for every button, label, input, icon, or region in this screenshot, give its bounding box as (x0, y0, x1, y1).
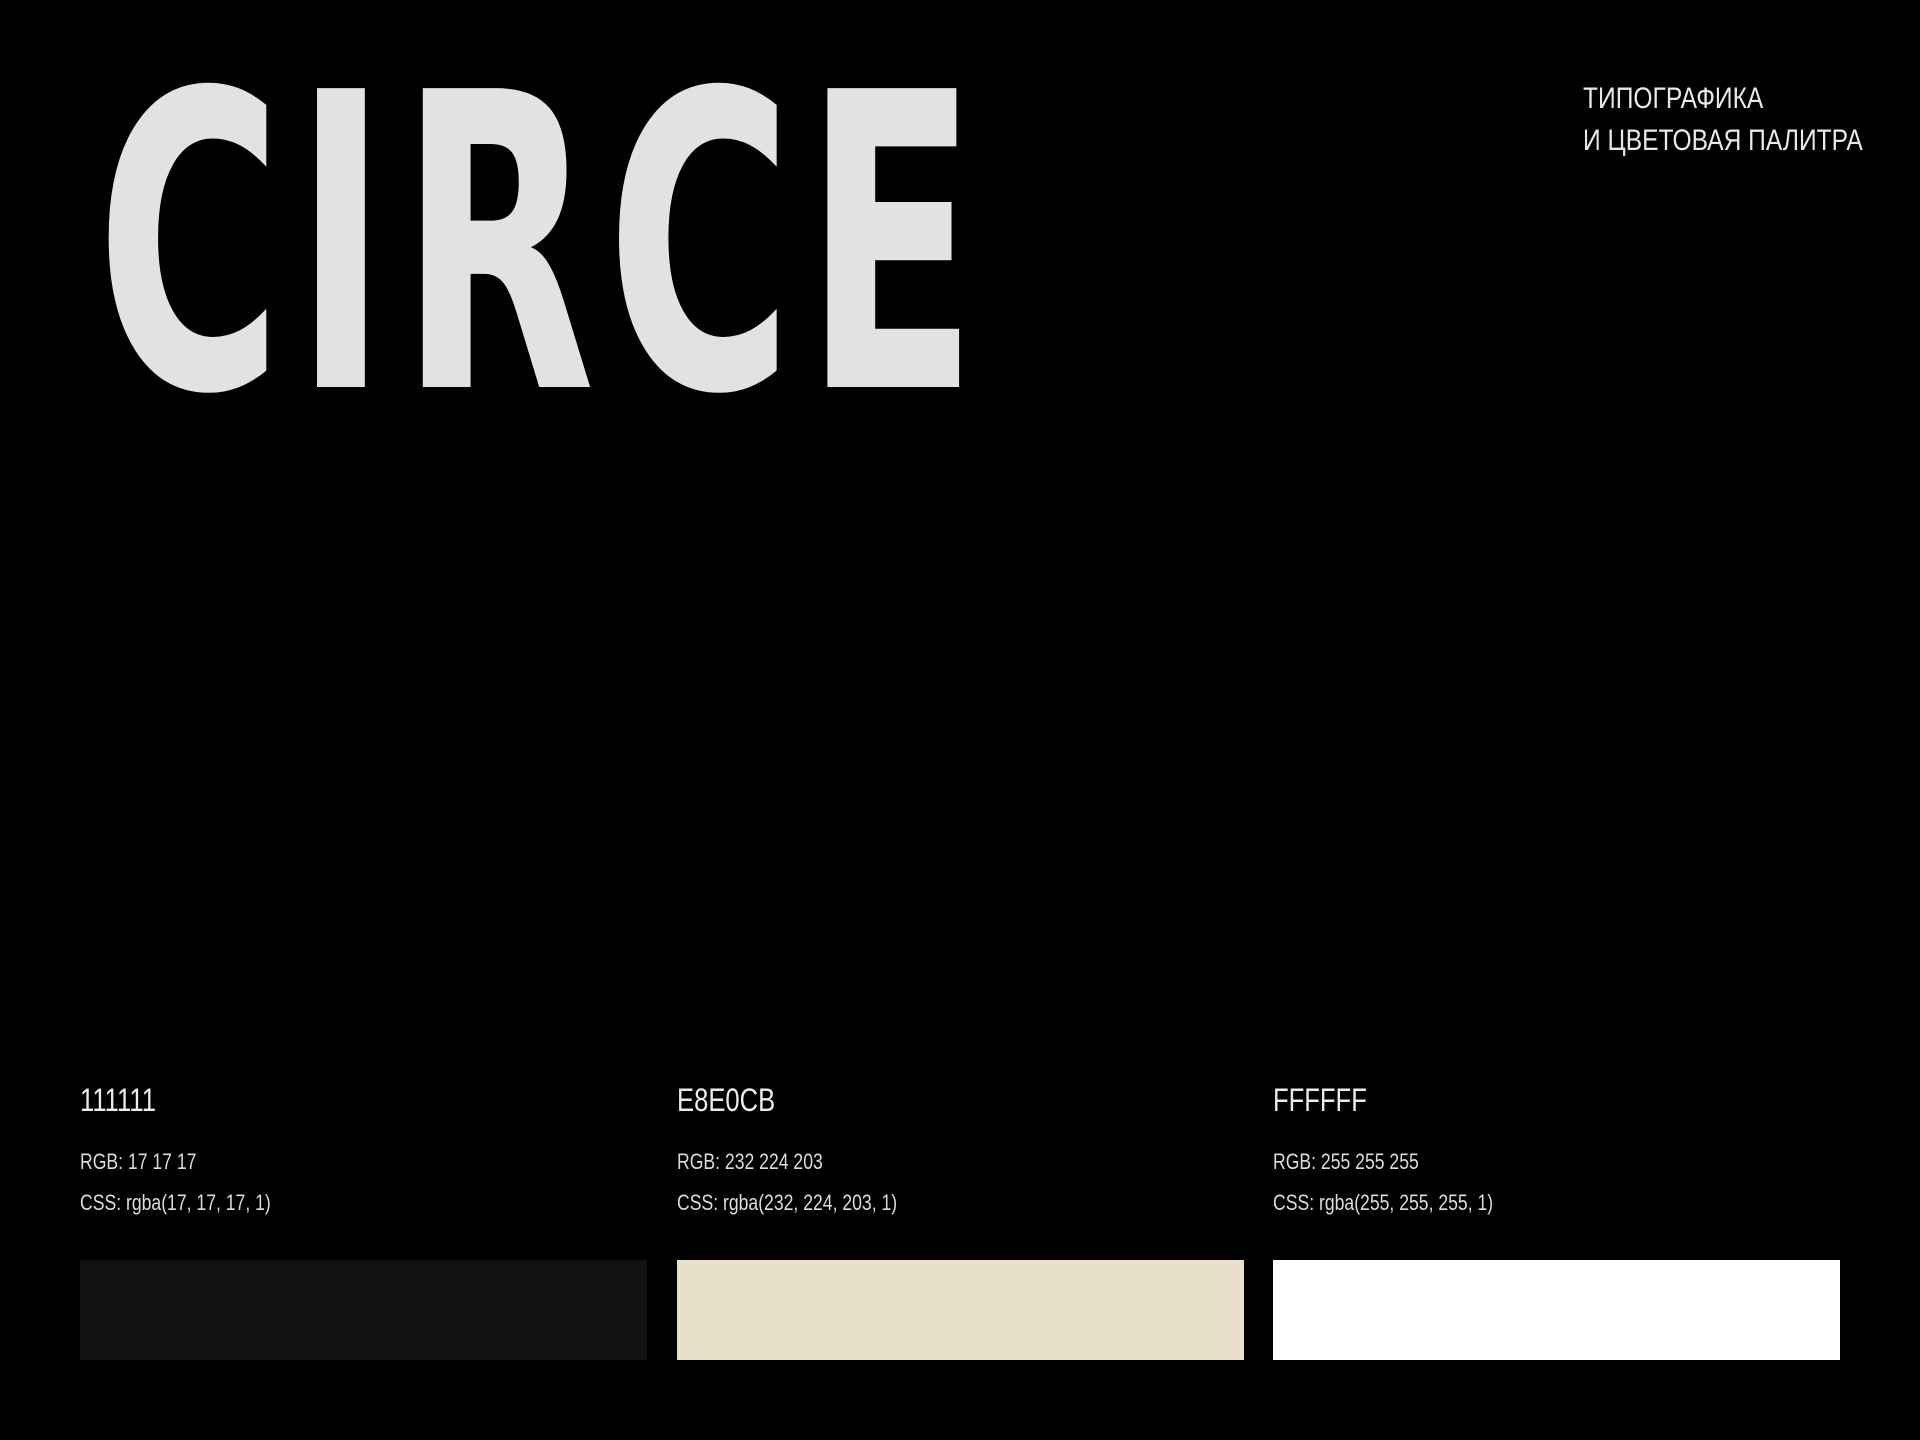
color-hex: FFFFFF (1273, 1082, 1367, 1118)
font-name-heading: CIRCE (96, 6, 989, 484)
color-palette: 111111 RGB: 17 17 17 CSS: rgba(17, 17, 1… (80, 1080, 1840, 1360)
color-rgb: RGB: 255 255 255 (1273, 1149, 1419, 1174)
color-swatch (80, 1260, 647, 1360)
color-css: CSS: rgba(255, 255, 255, 1) (1273, 1190, 1494, 1215)
color-swatch (1273, 1260, 1840, 1360)
color-swatch (677, 1260, 1244, 1360)
color-hex: E8E0CB (677, 1082, 776, 1118)
color-card-dark: 111111 RGB: 17 17 17 CSS: rgba(17, 17, 1… (80, 1080, 647, 1360)
color-rgb: RGB: 232 224 203 (677, 1149, 823, 1174)
color-css: CSS: rgba(232, 224, 203, 1) (677, 1190, 898, 1215)
subtitle-line-typography: ТИПОГРАФИКА (1583, 82, 1764, 115)
color-css: CSS: rgba(17, 17, 17, 1) (80, 1190, 271, 1215)
subtitle-line-palette: И ЦВЕТОВАЯ ПАЛИТРА (1583, 124, 1863, 157)
color-card-white: FFFFFF RGB: 255 255 255 CSS: rgba(255, 2… (1273, 1080, 1840, 1360)
page: CIRCE ТИПОГРАФИКА И ЦВЕТОВАЯ ПАЛИТРА 111… (0, 0, 1920, 1440)
color-card-beige: E8E0CB RGB: 232 224 203 CSS: rgba(232, 2… (677, 1080, 1244, 1360)
color-rgb: RGB: 17 17 17 (80, 1149, 197, 1174)
color-hex: 111111 (80, 1082, 156, 1118)
subtitle: ТИПОГРАФИКА И ЦВЕТОВАЯ ПАЛИТРА (1583, 78, 1903, 162)
